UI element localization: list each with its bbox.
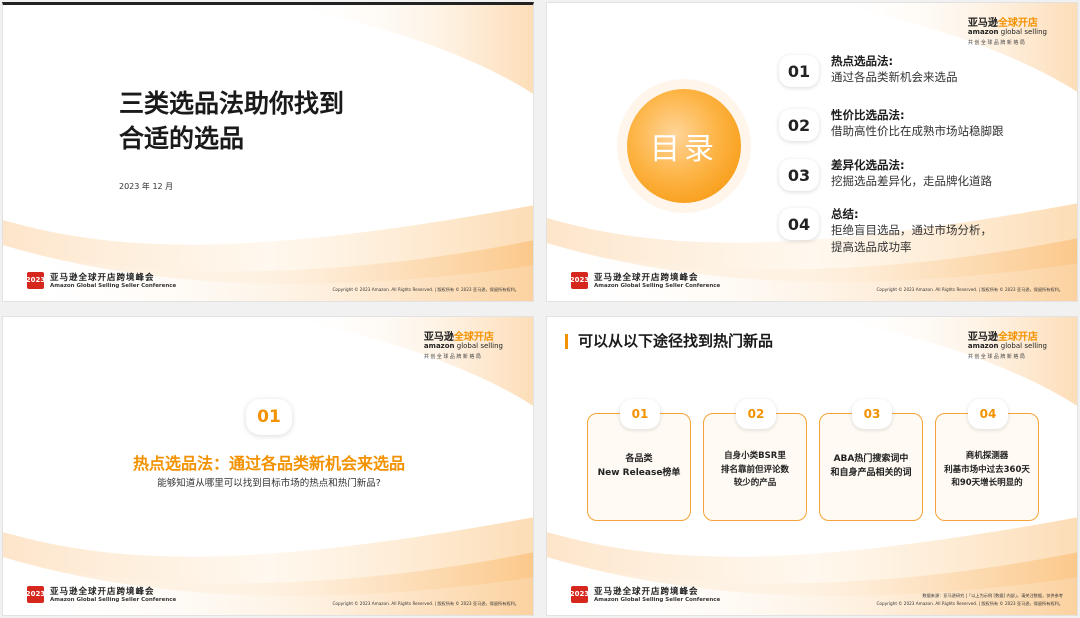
brand-global-selling: global selling (998, 28, 1047, 36)
seal-icon: 2023 (570, 271, 589, 289)
toc-number-badge: 04 (779, 208, 819, 240)
toc-circle-label: 目录 (650, 132, 718, 167)
card-number-badge: 03 (852, 399, 892, 429)
conference-logo: 2023 亚马逊全球开店跨境峰会 Amazon Global Selling S… (570, 271, 721, 289)
amazon-global-selling-logo: 亚马逊全球开店 amazon global selling 共创全球品牌新格局 (424, 333, 503, 360)
slide-hot-products[interactable]: 可以从以下途径找到热门新品 亚马逊全球开店 amazon global sell… (546, 316, 1078, 616)
brand-amazon: amazon (967, 342, 999, 350)
cover-title: 三类选品法助你找到 合适的选品 (119, 87, 344, 156)
card-number-badge: 04 (968, 399, 1008, 429)
toc-item: 02 性价比选品法: 借助高性价比在成熟市场站稳脚跟 (779, 107, 1004, 141)
toc-number-badge: 02 (779, 109, 819, 141)
copyright: Copyright © 2023 Amazon. All Rights Rese… (876, 287, 1064, 292)
conference-name-en: Amazon Global Selling Seller Conference (594, 597, 721, 603)
card-number-badge: 02 (736, 399, 776, 429)
slide-section-01[interactable]: 亚马逊全球开店 amazon global selling 共创全球品牌新格局 … (2, 316, 534, 616)
card-text: ABA热门搜索词中 和自身产品相关的词 (830, 454, 912, 479)
toc-item: 04 总结: 拒绝盲目选品，通过市场分析， 提高选品成功率 (779, 206, 992, 255)
toc-description: 借助高性价比在成熟市场站稳脚跟 (831, 124, 1004, 139)
toc-item: 01 热点选品法: 通过各品类新机会来选品 (779, 53, 958, 87)
card-text: 商机探测器 利基市场中过去360天 和90天增长明显的 (944, 451, 1030, 489)
conference-name-cn: 亚马逊全球开店跨境峰会 (50, 273, 155, 283)
card-number-badge: 01 (620, 399, 660, 429)
amazon-global-selling-logo: 亚马逊全球开店 amazon global selling 共创全球品牌新格局 (968, 19, 1047, 46)
toc-heading: 差异化选品法: (831, 158, 905, 172)
method-card: 03 ABA热门搜索词中 和自身产品相关的词 (819, 399, 923, 521)
toc-description: 挖掘选品差异化，走品牌化道路 (831, 174, 992, 189)
conference-name-cn: 亚马逊全球开店跨境峰会 (594, 273, 699, 283)
brand-amazon: amazon (423, 342, 455, 350)
copyright: Copyright © 2023 Amazon. All Rights Rese… (332, 601, 520, 606)
toc-description: 拒绝盲目选品，通过市场分析， (831, 223, 992, 238)
toc-number-badge: 03 (779, 159, 819, 191)
method-card: 01 各品类 New Release榜单 (587, 399, 691, 521)
slide-title: 可以从以下途径找到热门新品 (565, 334, 773, 349)
card-text: 各品类 New Release榜单 (597, 454, 681, 479)
cover-title-line1: 三类选品法助你找到 (119, 89, 345, 118)
toc-number-badge: 01 (779, 55, 819, 87)
seal-icon: 2023 (26, 585, 45, 603)
method-card: 02 自身小类BSR里 排名靠前但评论数 较少的产品 (703, 399, 807, 521)
copyright: Copyright © 2023 Amazon. All Rights Rese… (332, 287, 520, 292)
seal-icon: 2023 (570, 585, 589, 603)
conference-name-en: Amazon Global Selling Seller Conference (50, 283, 177, 289)
seal-icon: 2023 (26, 271, 45, 289)
amazon-global-selling-logo: 亚马逊全球开店 amazon global selling 共创全球品牌新格局 (968, 333, 1047, 360)
conference-logo: 2023 亚马逊全球开店跨境峰会 Amazon Global Selling S… (26, 585, 177, 603)
slide-cover[interactable]: 三类选品法助你找到 合适的选品 2023 年 12 月 2023 亚马逊全球开店… (2, 2, 534, 302)
slide-toc[interactable]: 亚马逊全球开店 amazon global selling 共创全球品牌新格局 … (546, 2, 1078, 302)
toc-heading: 热点选品法: (831, 54, 894, 68)
brand-tagline: 共创全球品牌新格局 (967, 353, 1027, 360)
brand-tagline: 共创全球品牌新格局 (967, 39, 1027, 46)
conference-name-cn: 亚马逊全球开店跨境峰会 (50, 587, 155, 597)
toc-description-2: 提高选品成功率 (831, 239, 912, 254)
toc-circle: 目录 (627, 89, 741, 203)
conference-name-cn: 亚马逊全球开店跨境峰会 (594, 587, 699, 597)
section-number-badge: 01 (246, 399, 292, 435)
cover-date: 2023 年 12 月 (119, 182, 174, 191)
conference-logo: 2023 亚马逊全球开店跨境峰会 Amazon Global Selling S… (26, 271, 177, 289)
brand-amazon: amazon (967, 28, 999, 36)
conference-name-en: Amazon Global Selling Seller Conference (50, 597, 177, 603)
data-source-note: 数据来源：亚马逊研究 |「以上为示例 [数据] 内部」，请关注数据，仅供参考 (922, 593, 1063, 598)
brand-global-selling: global selling (998, 342, 1047, 350)
section-subtitle: 能够知道从哪里可以找到目标市场的热点和热门新品? (157, 478, 381, 489)
toc-heading: 性价比选品法: (831, 108, 905, 122)
section-title: 热点选品法：通过各品类新机会来选品 (132, 454, 405, 473)
copyright: Copyright © 2023 Amazon. All Rights Rese… (876, 601, 1064, 606)
toc-item: 03 差异化选品法: 挖掘选品差异化，走品牌化道路 (779, 157, 992, 191)
toc-description: 通过各品类新机会来选品 (831, 70, 958, 85)
brand-global-selling: global selling (454, 342, 503, 350)
brand-tagline: 共创全球品牌新格局 (423, 353, 483, 360)
card-text: 自身小类BSR里 排名靠前但评论数 较少的产品 (720, 451, 789, 489)
conference-logo: 2023 亚马逊全球开店跨境峰会 Amazon Global Selling S… (570, 585, 721, 603)
toc-heading: 总结: (831, 207, 859, 221)
method-card: 04 商机探测器 利基市场中过去360天 和90天增长明显的 (935, 399, 1039, 521)
cover-title-line2: 合适的选品 (119, 123, 245, 153)
conference-name-en: Amazon Global Selling Seller Conference (594, 283, 721, 289)
